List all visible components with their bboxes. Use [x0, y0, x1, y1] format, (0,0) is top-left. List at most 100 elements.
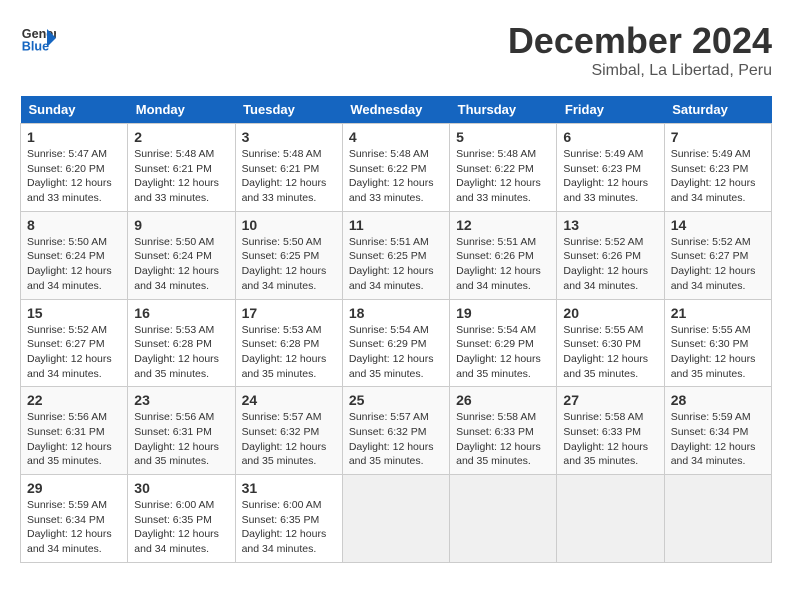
day-info: Sunrise: 5:58 AM Sunset: 6:33 PM Dayligh… [563, 410, 657, 469]
day-info: Sunrise: 5:56 AM Sunset: 6:31 PM Dayligh… [27, 410, 121, 469]
day-info: Sunrise: 5:51 AM Sunset: 6:25 PM Dayligh… [349, 235, 443, 294]
calendar-subtitle: Simbal, La Libertad, Peru [508, 62, 772, 80]
day-number: 8 [27, 217, 121, 233]
day-number: 31 [242, 480, 336, 496]
calendar-title: December 2024 [508, 20, 772, 62]
table-row: 8 Sunrise: 5:50 AM Sunset: 6:24 PM Daylig… [21, 211, 128, 299]
day-number: 4 [349, 129, 443, 145]
table-row: 7 Sunrise: 5:49 AM Sunset: 6:23 PM Daylig… [664, 124, 771, 212]
day-info: Sunrise: 5:56 AM Sunset: 6:31 PM Dayligh… [134, 410, 228, 469]
logo-icon: General Blue [20, 20, 56, 56]
table-row: 9 Sunrise: 5:50 AM Sunset: 6:24 PM Daylig… [128, 211, 235, 299]
day-info: Sunrise: 6:00 AM Sunset: 6:35 PM Dayligh… [242, 498, 336, 557]
day-number: 21 [671, 305, 765, 321]
table-row: 12 Sunrise: 5:51 AM Sunset: 6:26 PM Dayli… [450, 211, 557, 299]
table-row [557, 475, 664, 563]
header-monday: Monday [128, 96, 235, 124]
table-row: 16 Sunrise: 5:53 AM Sunset: 6:28 PM Dayli… [128, 299, 235, 387]
table-row: 23 Sunrise: 5:56 AM Sunset: 6:31 PM Dayli… [128, 387, 235, 475]
day-number: 17 [242, 305, 336, 321]
table-row: 2Sunrise: 5:48 AM Sunset: 6:21 PM Daylig… [128, 124, 235, 212]
table-row [342, 475, 449, 563]
logo: General Blue [20, 20, 56, 56]
day-number: 26 [456, 392, 550, 408]
day-info: Sunrise: 6:00 AM Sunset: 6:35 PM Dayligh… [134, 498, 228, 557]
day-number: 28 [671, 392, 765, 408]
calendar-week-row: 15 Sunrise: 5:52 AM Sunset: 6:27 PM Dayli… [21, 299, 772, 387]
day-number: 27 [563, 392, 657, 408]
table-row: 31 Sunrise: 6:00 AM Sunset: 6:35 PM Dayli… [235, 475, 342, 563]
day-info: Sunrise: 5:58 AM Sunset: 6:33 PM Dayligh… [456, 410, 550, 469]
day-info: Sunrise: 5:57 AM Sunset: 6:32 PM Dayligh… [349, 410, 443, 469]
table-row: 24 Sunrise: 5:57 AM Sunset: 6:32 PM Dayli… [235, 387, 342, 475]
table-row: 25 Sunrise: 5:57 AM Sunset: 6:32 PM Dayli… [342, 387, 449, 475]
day-info: Sunrise: 5:52 AM Sunset: 6:27 PM Dayligh… [27, 323, 121, 382]
table-row: 21 Sunrise: 5:55 AM Sunset: 6:30 PM Dayli… [664, 299, 771, 387]
day-info: Sunrise: 5:49 AM Sunset: 6:23 PM Dayligh… [671, 147, 765, 206]
day-info: Sunrise: 5:53 AM Sunset: 6:28 PM Dayligh… [134, 323, 228, 382]
page-header: General Blue December 2024 Simbal, La Li… [20, 20, 772, 80]
day-info: Sunrise: 5:50 AM Sunset: 6:24 PM Dayligh… [27, 235, 121, 294]
day-number: 24 [242, 392, 336, 408]
day-number: 9 [134, 217, 228, 233]
table-row: 18Sunrise: 5:54 AM Sunset: 6:29 PM Dayli… [342, 299, 449, 387]
day-number: 10 [242, 217, 336, 233]
calendar-week-row: 8 Sunrise: 5:50 AM Sunset: 6:24 PM Daylig… [21, 211, 772, 299]
table-row [450, 475, 557, 563]
day-number: 14 [671, 217, 765, 233]
day-info: Sunrise: 5:48 AM Sunset: 6:22 PM Dayligh… [349, 147, 443, 206]
day-number: 2 [134, 129, 228, 145]
day-number: 12 [456, 217, 550, 233]
calendar-week-row: 1 Sunrise: 5:47 AM Sunset: 6:20 PM Daylig… [21, 124, 772, 212]
title-section: December 2024 Simbal, La Libertad, Peru [508, 20, 772, 80]
table-row: 20Sunrise: 5:55 AM Sunset: 6:30 PM Dayli… [557, 299, 664, 387]
day-info: Sunrise: 5:59 AM Sunset: 6:34 PM Dayligh… [27, 498, 121, 557]
day-number: 15 [27, 305, 121, 321]
day-number: 1 [27, 129, 121, 145]
table-row: 3Sunrise: 5:48 AM Sunset: 6:21 PM Daylig… [235, 124, 342, 212]
calendar-week-row: 22Sunrise: 5:56 AM Sunset: 6:31 PM Dayli… [21, 387, 772, 475]
table-row: 17 Sunrise: 5:53 AM Sunset: 6:28 PM Dayli… [235, 299, 342, 387]
day-info: Sunrise: 5:55 AM Sunset: 6:30 PM Dayligh… [671, 323, 765, 382]
table-row: 26 Sunrise: 5:58 AM Sunset: 6:33 PM Dayli… [450, 387, 557, 475]
day-info: Sunrise: 5:51 AM Sunset: 6:26 PM Dayligh… [456, 235, 550, 294]
day-number: 16 [134, 305, 228, 321]
table-row: 30 Sunrise: 6:00 AM Sunset: 6:35 PM Dayli… [128, 475, 235, 563]
calendar-header-row: Sunday Monday Tuesday Wednesday Thursday… [21, 96, 772, 124]
table-row [664, 475, 771, 563]
header-saturday: Saturday [664, 96, 771, 124]
day-info: Sunrise: 5:54 AM Sunset: 6:29 PM Dayligh… [456, 323, 550, 382]
table-row: 6Sunrise: 5:49 AM Sunset: 6:23 PM Daylig… [557, 124, 664, 212]
table-row: 1 Sunrise: 5:47 AM Sunset: 6:20 PM Daylig… [21, 124, 128, 212]
day-number: 3 [242, 129, 336, 145]
table-row: 4 Sunrise: 5:48 AM Sunset: 6:22 PM Daylig… [342, 124, 449, 212]
day-number: 25 [349, 392, 443, 408]
day-number: 30 [134, 480, 228, 496]
day-number: 13 [563, 217, 657, 233]
table-row: 13Sunrise: 5:52 AM Sunset: 6:26 PM Dayli… [557, 211, 664, 299]
day-info: Sunrise: 5:54 AM Sunset: 6:29 PM Dayligh… [349, 323, 443, 382]
day-number: 7 [671, 129, 765, 145]
table-row: 5 Sunrise: 5:48 AM Sunset: 6:22 PM Daylig… [450, 124, 557, 212]
day-number: 23 [134, 392, 228, 408]
header-wednesday: Wednesday [342, 96, 449, 124]
day-number: 29 [27, 480, 121, 496]
day-info: Sunrise: 5:57 AM Sunset: 6:32 PM Dayligh… [242, 410, 336, 469]
day-number: 19 [456, 305, 550, 321]
table-row: 14 Sunrise: 5:52 AM Sunset: 6:27 PM Dayli… [664, 211, 771, 299]
table-row: 22Sunrise: 5:56 AM Sunset: 6:31 PM Dayli… [21, 387, 128, 475]
day-info: Sunrise: 5:53 AM Sunset: 6:28 PM Dayligh… [242, 323, 336, 382]
header-thursday: Thursday [450, 96, 557, 124]
day-number: 20 [563, 305, 657, 321]
table-row: 27 Sunrise: 5:58 AM Sunset: 6:33 PM Dayli… [557, 387, 664, 475]
day-info: Sunrise: 5:47 AM Sunset: 6:20 PM Dayligh… [27, 147, 121, 206]
header-tuesday: Tuesday [235, 96, 342, 124]
day-number: 11 [349, 217, 443, 233]
day-number: 6 [563, 129, 657, 145]
day-number: 5 [456, 129, 550, 145]
day-info: Sunrise: 5:52 AM Sunset: 6:27 PM Dayligh… [671, 235, 765, 294]
day-info: Sunrise: 5:50 AM Sunset: 6:24 PM Dayligh… [134, 235, 228, 294]
day-info: Sunrise: 5:48 AM Sunset: 6:22 PM Dayligh… [456, 147, 550, 206]
calendar-week-row: 29 Sunrise: 5:59 AM Sunset: 6:34 PM Dayli… [21, 475, 772, 563]
table-row: 28Sunrise: 5:59 AM Sunset: 6:34 PM Dayli… [664, 387, 771, 475]
